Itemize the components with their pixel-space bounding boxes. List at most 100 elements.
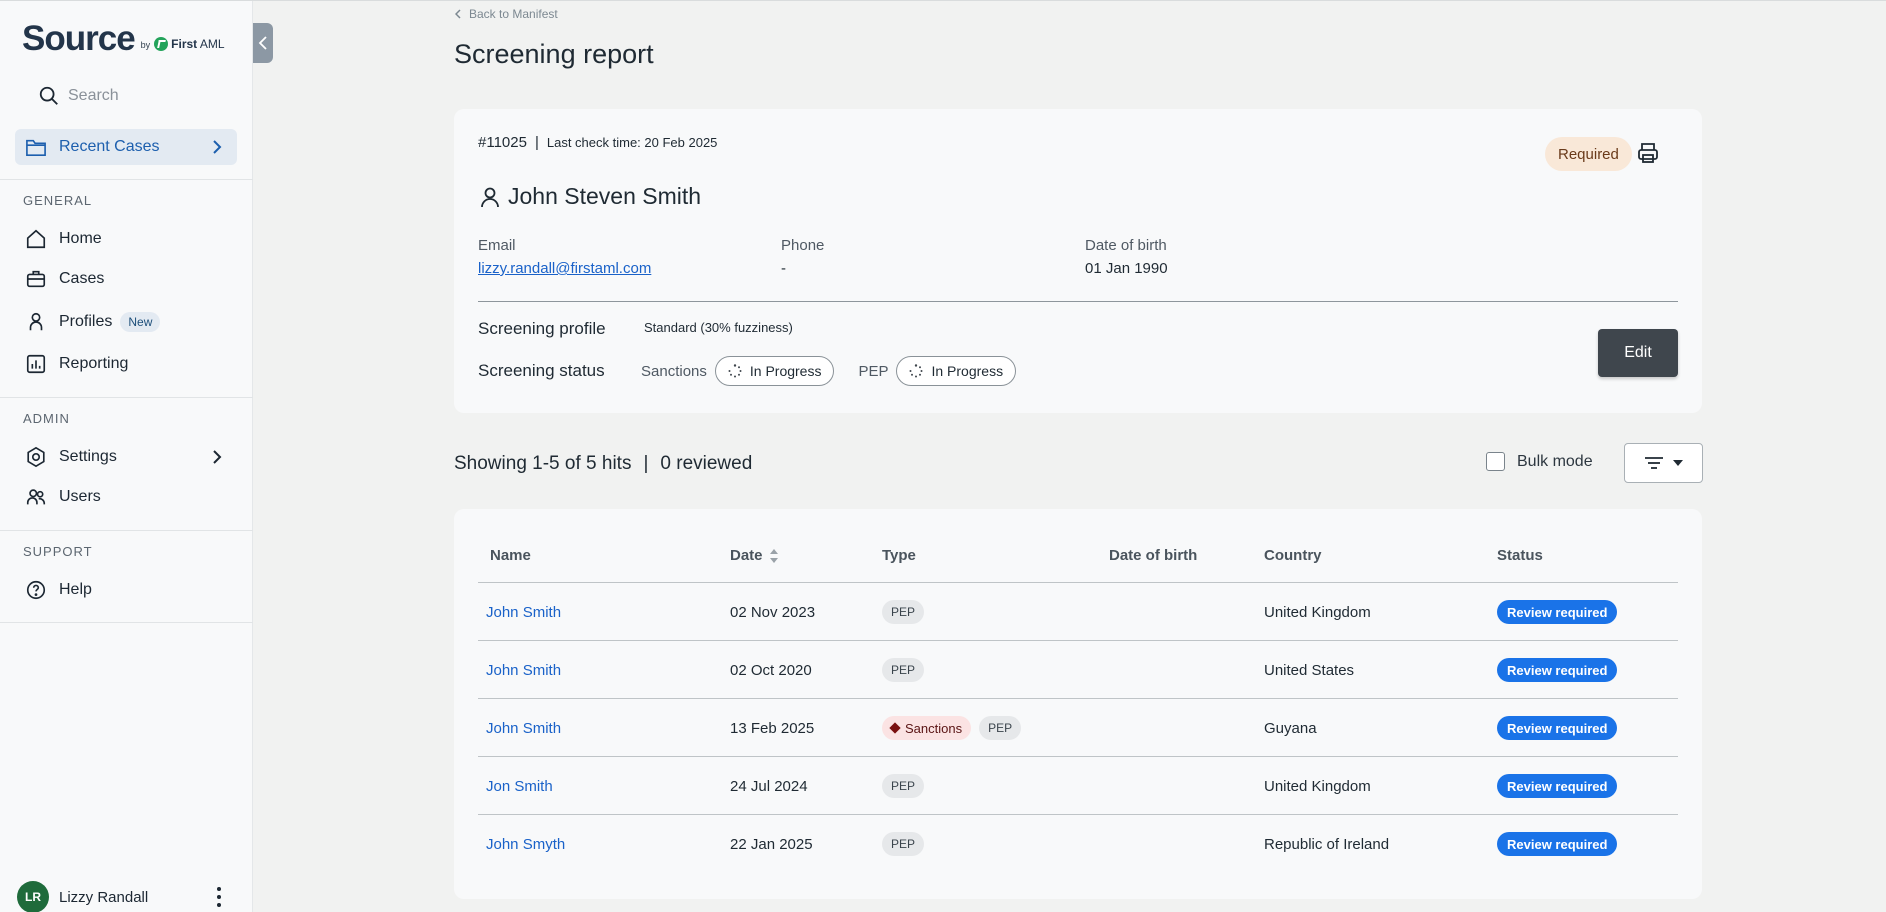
column-header-date[interactable]: Date [730,547,779,564]
case-id: #11025 [478,134,527,151]
separator: | [643,453,649,474]
table-row[interactable]: John Smith 02 Nov 2023 PEP United Kingdo… [478,582,1678,640]
avatar: LR [17,881,49,912]
hit-status: Review required [1497,815,1618,873]
print-icon[interactable] [1636,141,1660,165]
hit-status: Review required [1497,757,1618,815]
recent-cases-button[interactable]: Recent Cases [15,129,237,165]
edit-button[interactable]: Edit [1598,329,1678,377]
sidebar-item-cases[interactable]: Cases [15,261,237,297]
column-header-name[interactable]: Name [490,547,531,564]
collapse-sidebar-button[interactable] [253,23,273,63]
sidebar-item-label: Cases [59,270,105,287]
chevron-right-icon [213,450,222,464]
pep-status-pill: In Progress [896,356,1017,386]
case-header: #11025 | Last check time: 20 Feb 2025 [478,134,717,151]
hit-status: Review required [1497,641,1618,699]
separator: | [534,134,539,151]
hits-table: Name Date Type Date of birth Country Sta… [454,509,1702,899]
sanctions-tag-label: Sanctions [905,720,963,736]
sidebar-item-settings[interactable]: Settings [15,439,237,475]
hit-name-link[interactable]: Jon Smith [486,757,553,815]
user-profile[interactable]: LR Lizzy Randall [17,881,148,912]
search-box [22,77,230,115]
logo-wordmark: Source [22,19,136,58]
logo-company-bold: First [171,37,198,51]
sidebar-item-home[interactable]: Home [15,221,237,257]
screening-status-label: Screening status [478,361,605,380]
column-header-dob: Date of birth [1109,547,1197,564]
pep-tag: PEP [882,774,925,798]
hit-type: Sanctions PEP [882,699,1029,757]
sidebar-divider [0,622,253,623]
hits-count: Showing 1-5 of 5 hits [454,453,632,474]
hit-type: PEP [882,641,932,699]
filter-button[interactable] [1624,443,1703,483]
column-header-label: Type [882,547,916,564]
phone-label: Phone [781,237,825,254]
users-icon [26,489,46,505]
sidebar-item-label: Profiles [59,313,113,330]
review-required-badge[interactable]: Review required [1497,658,1618,682]
back-to-manifest-link[interactable]: Back to Manifest [455,7,558,21]
table-row[interactable]: Jon Smith 24 Jul 2024 PEP United Kingdom… [478,756,1678,814]
hit-name-link[interactable]: John Smith [486,641,561,699]
person-name-text: John Steven Smith [508,183,702,209]
sanctions-icon [889,722,901,734]
support-section-title: SUPPORT [23,544,93,559]
email-link[interactable]: lizzy.randall@firstaml.com [478,260,651,277]
case-summary-card: #11025 | Last check time: 20 Feb 2025 Requ… [454,109,1702,413]
review-required-badge[interactable]: Review required [1497,716,1618,740]
hit-name-link[interactable]: John Smyth [486,815,565,873]
last-check-time: Last check time: 20 Feb 2025 [546,135,718,150]
search-icon [39,86,58,105]
review-required-badge[interactable]: Review required [1497,600,1618,624]
sidebar-item-help[interactable]: Help [15,572,237,608]
sidebar-item-label: Help [59,581,92,598]
source-logo[interactable]: Source by First AML [22,21,225,56]
screening-status-row: Sanctions In Progress PEP In Progress [641,356,1017,386]
bulk-mode-checkbox[interactable] [1486,452,1505,471]
review-required-badge[interactable]: Review required [1497,774,1618,798]
reviewed-count: 0 reviewed [660,453,753,474]
pep-tag: PEP [979,716,1022,740]
email-label: Email [478,237,516,254]
hit-date: 02 Nov 2023 [730,603,816,621]
sidebar-item-profiles[interactable]: Profiles New [15,304,237,340]
sidebar-divider [0,397,253,398]
column-header-label: Country [1264,547,1322,564]
hit-country: Republic of Ireland [1264,835,1390,853]
review-required-badge[interactable]: Review required [1497,832,1618,856]
caret-down-icon [1672,460,1683,466]
table-row[interactable]: John Smith 02 Oct 2020 PEP United States… [478,640,1678,698]
first-aml-logo-icon [154,37,169,51]
sidebar-item-reporting[interactable]: Reporting [15,346,237,382]
chevron-right-icon [213,140,222,154]
bulk-mode-toggle[interactable]: Bulk mode [1486,452,1593,471]
hits-summary: Showing 1-5 of 5 hits | 0 reviewed [454,453,752,475]
user-name: Lizzy Randall [59,888,149,906]
hit-country: United Kingdom [1264,603,1371,621]
hit-type: PEP [882,815,932,873]
chevron-left-icon [455,9,461,19]
divider [478,301,1678,302]
help-icon [26,580,46,600]
hit-name-link[interactable]: John Smith [486,583,561,641]
table-row[interactable]: John Smyth 22 Jan 2025 PEP Republic of I… [478,814,1678,872]
column-header-label: Name [490,547,531,564]
hit-name-link[interactable]: John Smith [486,699,561,757]
pep-tag: PEP [882,600,925,624]
sidebar-item-label: Reporting [59,355,129,372]
status-badge: Required [1545,137,1632,171]
more-options-icon[interactable] [210,885,228,909]
search-input[interactable] [68,87,218,105]
recent-cases-label: Recent Cases [59,138,160,155]
screening-profile-value: Standard (30% fuzziness) [644,320,793,335]
table-row[interactable]: John Smith 13 Feb 2025 Sanctions PEP Guy… [478,698,1678,756]
phone-value: - [781,260,786,277]
dob-value: 01 Jan 1990 [1085,260,1168,277]
hit-country: United States [1264,661,1355,679]
sidebar-item-users[interactable]: Users [15,479,237,515]
logo-company: First AML [171,37,224,51]
person-icon [481,187,499,207]
